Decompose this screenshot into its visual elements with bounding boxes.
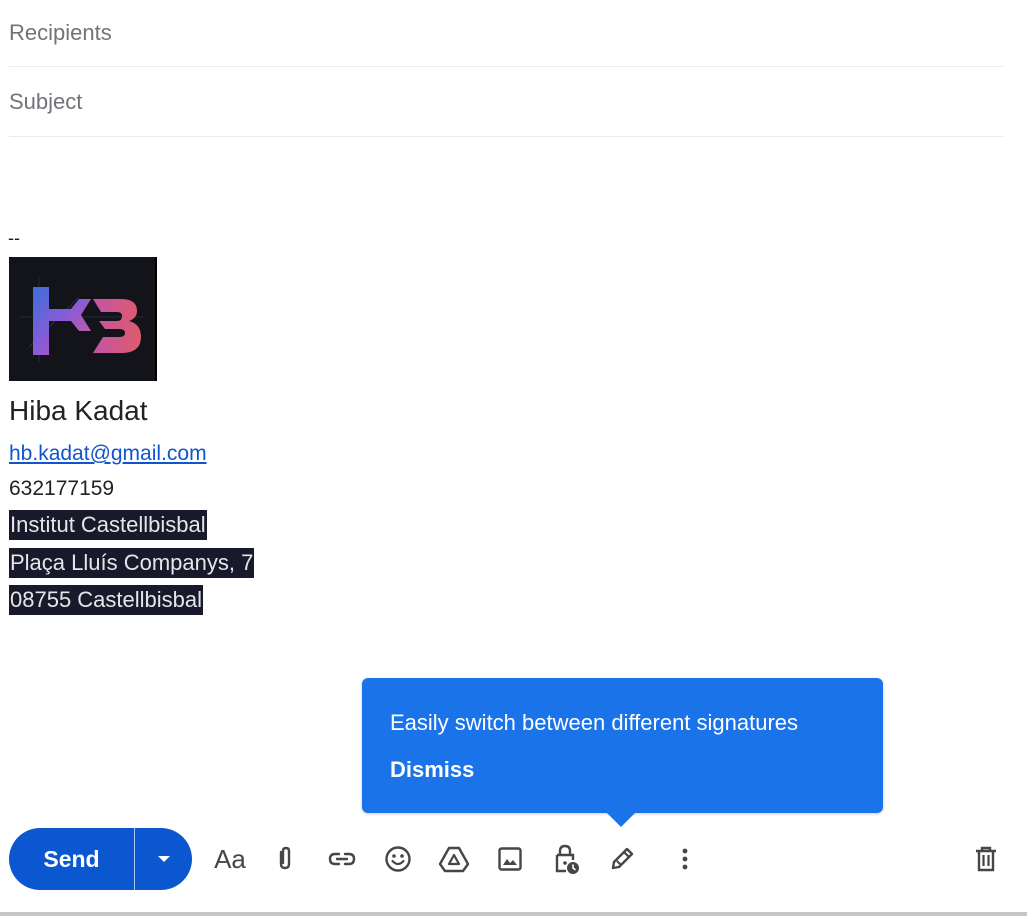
signature-address-line: Plaça Lluís Companys, 7 [9, 548, 255, 578]
signature-address-line: 08755 Castellbisbal [9, 585, 204, 615]
drive-icon [438, 846, 470, 873]
send-button[interactable]: Send [9, 828, 135, 890]
attach-icon [279, 846, 291, 870]
confidential-mode-button[interactable] [545, 838, 587, 880]
subject-field[interactable] [9, 67, 1003, 137]
insert-signature-button[interactable] [601, 838, 643, 880]
insert-photo-button[interactable] [489, 838, 531, 880]
format-text-icon: Aa [214, 843, 246, 874]
signature-separator: -- [8, 228, 20, 248]
insert-drive-button[interactable] [433, 838, 475, 880]
formatting-options-button[interactable]: Aa [209, 838, 251, 880]
image-icon [498, 847, 522, 871]
attach-files-button[interactable] [264, 838, 306, 880]
signature-phone: 632177159 [9, 477, 115, 500]
discard-draft-button[interactable] [965, 838, 1007, 880]
hb-logo-icon [9, 257, 155, 381]
recipients-input[interactable] [9, 20, 1003, 46]
insert-link-button[interactable] [321, 838, 363, 880]
link-icon [328, 852, 356, 866]
confidential-lock-icon [555, 844, 579, 874]
signature-name: Hiba Kadat [9, 395, 148, 426]
recipients-field[interactable] [9, 0, 1003, 67]
more-vert-icon [682, 848, 688, 870]
trash-icon [976, 846, 996, 872]
tooltip-arrow [607, 813, 635, 827]
chevron-down-icon [157, 856, 170, 862]
emoji-icon [385, 846, 411, 872]
tooltip-message: Easily switch between different signatur… [390, 710, 799, 735]
more-options-button[interactable] [664, 838, 706, 880]
dismiss-button[interactable]: Dismiss [390, 757, 474, 783]
signature-address-line: Institut Castellbisbal [9, 510, 207, 540]
insert-emoji-button[interactable] [377, 838, 419, 880]
send-button-group: Send [9, 828, 192, 890]
compose-bottom-border [0, 912, 1027, 916]
signature-pen-icon [611, 847, 634, 870]
subject-input[interactable] [9, 88, 1003, 115]
signature-tooltip: Easily switch between different signatur… [362, 678, 883, 827]
signature-logo [9, 257, 157, 381]
send-options-button[interactable] [135, 828, 192, 890]
signature-email-link[interactable]: hb.kadat@gmail.com [9, 442, 207, 466]
